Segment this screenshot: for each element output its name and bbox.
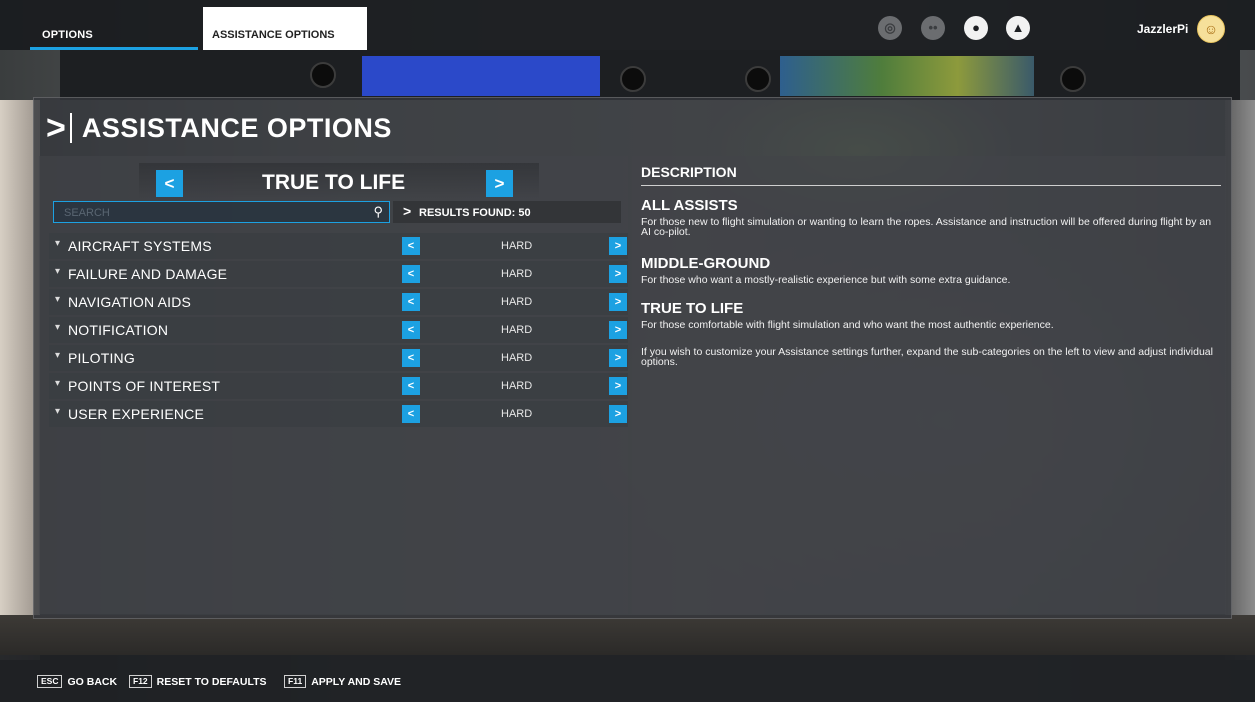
category-user-experience[interactable]: ▾ USER EXPERIENCE < HARD >: [49, 401, 628, 427]
category-value: HARD: [501, 268, 533, 280]
chevron-down-icon: ▾: [55, 266, 61, 277]
increase-button[interactable]: >: [609, 237, 627, 255]
category-value: HARD: [501, 324, 533, 336]
description-footer: If you wish to customize your Assistance…: [641, 346, 1213, 368]
chevron-down-icon: ▾: [55, 350, 61, 361]
category-value: HARD: [501, 352, 533, 364]
decrease-button[interactable]: <: [402, 293, 420, 311]
profile-icon[interactable]: ●: [964, 16, 988, 40]
decrease-button[interactable]: <: [402, 237, 420, 255]
tab-active-indicator: [30, 47, 198, 50]
decrease-button[interactable]: <: [402, 321, 420, 339]
multi-function-display: [780, 56, 1034, 96]
divider: [641, 185, 1221, 186]
category-label: NOTIFICATION: [68, 322, 169, 338]
top-bar: OPTIONS ASSISTANCE OPTIONS ◎ •• ● ▲ Jazz…: [0, 0, 1255, 50]
page-title: ASSISTANCE OPTIONS: [81, 112, 392, 143]
category-failure-and-damage[interactable]: ▾ FAILURE AND DAMAGE < HARD >: [49, 261, 628, 287]
bell-icon[interactable]: ▲: [1006, 16, 1030, 40]
preset-next-button[interactable]: >: [486, 170, 513, 197]
key-hint: F11: [284, 675, 307, 688]
mode-title: TRUE TO LIFE: [641, 300, 744, 317]
assistance-options-panel: > ASSISTANCE OPTIONS < TRUE TO LIFE > ⚲ …: [33, 97, 1232, 619]
title-chevron-icon: >: [46, 109, 66, 147]
chevron-right-icon: >: [494, 174, 505, 193]
increase-button[interactable]: >: [609, 349, 627, 367]
chevron-down-icon: ▾: [55, 294, 61, 305]
knob-icon: [1060, 66, 1086, 92]
title-divider: [69, 113, 72, 143]
category-label: USER EXPERIENCE: [68, 406, 205, 422]
preset-prev-button[interactable]: <: [156, 170, 183, 197]
decrease-button[interactable]: <: [402, 377, 420, 395]
chevron-down-icon: ▾: [55, 322, 61, 333]
knob-icon: [745, 66, 771, 92]
mode-title: ALL ASSISTS: [641, 197, 738, 214]
results-count: > RESULTS FOUND: 50: [393, 201, 621, 223]
apply-label: APPLY AND SAVE: [311, 675, 402, 688]
page-header: > ASSISTANCE OPTIONS: [46, 108, 392, 148]
bottom-bar: ESC GO BACK F12 RESET TO DEFAULTS F11 AP…: [0, 655, 1255, 702]
key-hint: F12: [129, 675, 152, 688]
chevron-down-icon: ▾: [55, 378, 61, 389]
category-piloting[interactable]: ▾ PILOTING < HARD >: [49, 345, 628, 371]
description-column: DESCRIPTION ALL ASSISTS For those new to…: [632, 156, 1226, 614]
activity-icon[interactable]: ◎: [878, 16, 902, 40]
mode-description: For those who want a mostly-realistic ex…: [641, 274, 1011, 286]
settings-column: < TRUE TO LIFE > ⚲ > RESULTS FOUND: 50 ▾…: [39, 156, 628, 614]
tab-assistance-options[interactable]: ASSISTANCE OPTIONS: [203, 7, 367, 50]
reset-to-defaults-button[interactable]: F12 RESET TO DEFAULTS: [129, 675, 267, 688]
username[interactable]: JazzlerPi: [1137, 22, 1188, 36]
category-navigation-aids[interactable]: ▾ NAVIGATION AIDS < HARD >: [49, 289, 628, 315]
apply-and-save-button[interactable]: F11 APPLY AND SAVE: [284, 675, 401, 688]
mode-description: For those new to flight simulation or wa…: [641, 216, 1212, 238]
tab-assistance-label: ASSISTANCE OPTIONS: [212, 29, 335, 41]
reset-label: RESET TO DEFAULTS: [156, 675, 267, 688]
category-value: HARD: [501, 240, 533, 252]
primary-flight-display: [362, 56, 600, 96]
category-value: HARD: [501, 380, 533, 392]
go-back-label: GO BACK: [67, 675, 118, 688]
decrease-button[interactable]: <: [402, 265, 420, 283]
category-aircraft-systems[interactable]: ▾ AIRCRAFT SYSTEMS < HARD >: [49, 233, 628, 259]
category-notification[interactable]: ▾ NOTIFICATION < HARD >: [49, 317, 628, 343]
description-heading: DESCRIPTION: [641, 164, 737, 180]
search-icon[interactable]: ⚲: [373, 204, 383, 220]
cockpit-floor: [0, 615, 1255, 655]
increase-button[interactable]: >: [609, 377, 627, 395]
chevron-down-icon: ▾: [55, 238, 61, 249]
increase-button[interactable]: >: [609, 293, 627, 311]
key-hint: ESC: [37, 675, 63, 688]
go-back-button[interactable]: ESC GO BACK: [37, 675, 117, 688]
category-value: HARD: [501, 296, 533, 308]
avatar[interactable]: ☺: [1197, 15, 1225, 43]
tab-options-label: OPTIONS: [42, 29, 93, 41]
mode-description: For those comfortable with flight simula…: [641, 319, 1054, 331]
results-found-label: RESULTS FOUND: 50: [419, 207, 531, 219]
increase-button[interactable]: >: [609, 265, 627, 283]
tab-options[interactable]: OPTIONS: [30, 8, 198, 50]
chevron-right-icon: >: [403, 203, 412, 219]
category-label: AIRCRAFT SYSTEMS: [68, 238, 212, 254]
knob-icon: [620, 66, 646, 92]
chevron-down-icon: ▾: [55, 406, 61, 417]
friends-icon[interactable]: ••: [921, 16, 945, 40]
chevron-left-icon: <: [164, 174, 175, 193]
increase-button[interactable]: >: [609, 405, 627, 423]
preset-name: TRUE TO LIFE: [262, 171, 406, 194]
mode-title: MIDDLE-GROUND: [641, 255, 771, 272]
increase-button[interactable]: >: [609, 321, 627, 339]
search-box[interactable]: ⚲: [53, 201, 390, 224]
search-input[interactable]: [54, 202, 366, 224]
category-label: PILOTING: [68, 350, 135, 366]
decrease-button[interactable]: <: [402, 405, 420, 423]
category-label: FAILURE AND DAMAGE: [68, 266, 228, 282]
category-label: POINTS OF INTEREST: [68, 378, 221, 394]
decrease-button[interactable]: <: [402, 349, 420, 367]
category-value: HARD: [501, 408, 533, 420]
category-points-of-interest[interactable]: ▾ POINTS OF INTEREST < HARD >: [49, 373, 628, 399]
category-label: NAVIGATION AIDS: [68, 294, 192, 310]
knob-icon: [310, 62, 336, 88]
